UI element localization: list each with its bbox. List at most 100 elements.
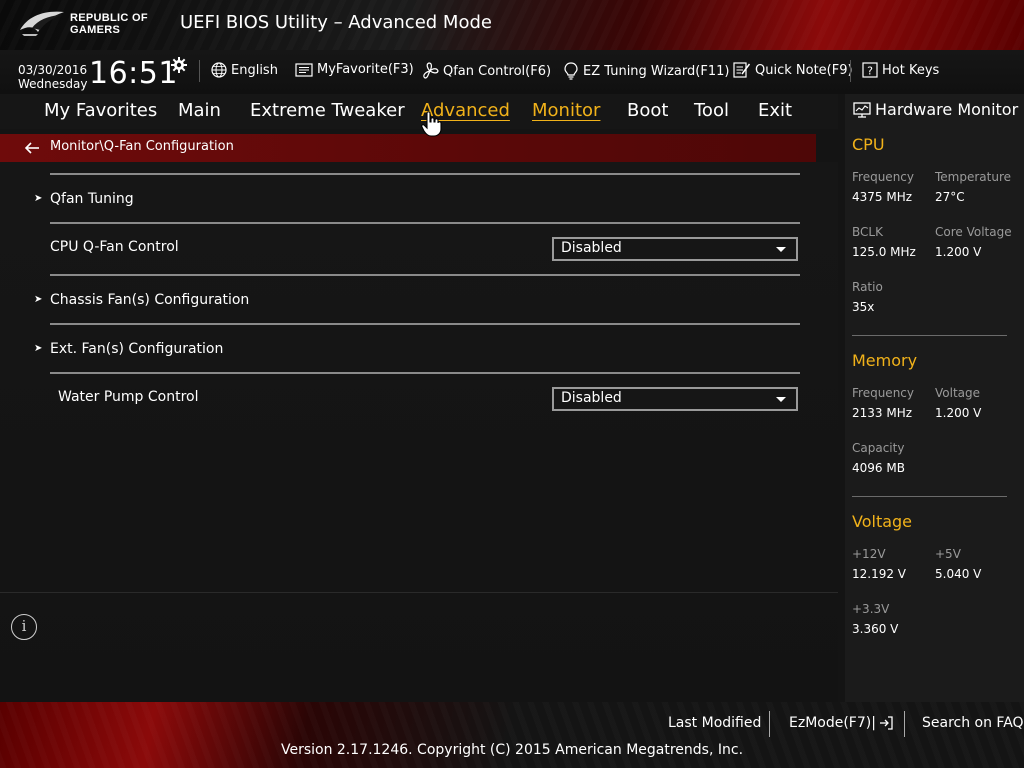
gear-icon[interactable] <box>171 57 187 73</box>
qfan-label: Qfan Control(F6) <box>443 63 552 79</box>
ez-tuning-wizard-button[interactable]: EZ Tuning Wizard(F11) <box>563 62 729 80</box>
v33-label: +3.3V <box>852 602 890 616</box>
clock-time: 16:51 <box>89 56 178 91</box>
tab-my-favorites[interactable]: My Favorites <box>44 100 157 121</box>
divider <box>50 274 800 276</box>
bclk-value: 125.0 MHz <box>852 245 916 259</box>
cpu-qfan-control-select[interactable]: Disabled <box>552 237 798 261</box>
v33-value: 3.360 V <box>852 622 899 636</box>
globe-icon <box>211 62 227 78</box>
qfan-control-button[interactable]: Qfan Control(F6) <box>421 62 551 80</box>
v12-value: 12.192 V <box>852 567 907 581</box>
hot-keys-label: Hot Keys <box>882 62 940 78</box>
main-menu-tabs: My Favorites Main Extreme Tweaker Advanc… <box>0 94 838 129</box>
tab-main[interactable]: Main <box>178 100 221 121</box>
v5-value: 5.040 V <box>935 567 982 581</box>
separator <box>199 60 200 82</box>
search-faq-label: Search on FAQ <box>922 715 1024 731</box>
memory-voltage-label: Voltage <box>935 386 981 400</box>
separator <box>769 711 770 737</box>
cpu-heading: CPU <box>852 135 885 154</box>
divider <box>50 372 800 374</box>
memory-voltage-value: 1.200 V <box>935 406 982 420</box>
cpu-qfan-control-value: Disabled <box>561 240 622 256</box>
help-question-icon: ? <box>862 62 878 78</box>
back-arrow-icon[interactable] <box>24 140 40 156</box>
hardware-monitor-label: Hardware Monitor <box>875 100 1019 119</box>
divider <box>50 173 800 175</box>
logo-line1: REPUBLIC OF <box>70 12 148 24</box>
water-pump-control-value: Disabled <box>561 390 622 406</box>
app-title: UEFI BIOS Utility – Advanced Mode <box>180 12 492 33</box>
chevron-down-icon <box>776 247 786 252</box>
tab-extreme-tweaker[interactable]: Extreme Tweaker <box>250 100 405 121</box>
separator <box>904 711 905 737</box>
tab-tool[interactable]: Tool <box>694 100 729 121</box>
quick-note-button[interactable]: Quick Note(F9) <box>733 62 853 78</box>
chevron-right-icon: ➤ <box>34 343 43 354</box>
ratio-label: Ratio <box>852 280 883 294</box>
hardware-monitor-title: Hardware Monitor <box>853 100 1018 119</box>
cpu-temperature-value: 27°C <box>935 190 965 204</box>
exit-arrow-icon <box>879 716 893 730</box>
hand-cursor-icon <box>421 111 442 137</box>
divider <box>852 335 1007 336</box>
copyright-text: Version 2.17.1246. Copyright (C) 2015 Am… <box>280 742 744 758</box>
last-modified-label: Last Modified <box>668 715 762 731</box>
cpu-temperature-label: Temperature <box>935 170 1012 184</box>
myfavorite-label: MyFavorite(F3) <box>317 62 414 77</box>
info-toolbar: 03/30/2016 Wednesday 16:51 English MyFav… <box>0 50 1024 94</box>
rog-logo: REPUBLIC OF GAMERS <box>18 8 163 40</box>
memory-capacity-label: Capacity <box>852 441 905 455</box>
date-display: 03/30/2016 Wednesday <box>18 63 87 91</box>
fan-icon <box>423 62 439 79</box>
myfavorite-button[interactable]: MyFavorite(F3) <box>295 62 414 77</box>
cpu-qfan-control-label: CPU Q-Fan Control <box>50 239 179 255</box>
ratio-value: 35x <box>852 300 875 314</box>
memory-frequency-label: Frequency <box>852 386 914 400</box>
search-faq-button[interactable]: Search on FAQ <box>922 715 1024 731</box>
tab-exit[interactable]: Exit <box>758 100 792 121</box>
v5-label: +5V <box>935 547 961 561</box>
hot-keys-button[interactable]: ? Hot Keys <box>862 62 939 78</box>
water-pump-control-label: Water Pump Control <box>58 389 199 405</box>
ext-fans-config-item[interactable]: Ext. Fan(s) Configuration <box>50 341 223 357</box>
memory-heading: Memory <box>852 351 918 370</box>
core-voltage-label: Core Voltage <box>935 225 1012 239</box>
ezmode-label: EzMode(F7)| <box>789 715 876 731</box>
chevron-right-icon: ➤ <box>34 193 43 204</box>
monitor-icon <box>853 101 871 118</box>
tab-boot[interactable]: Boot <box>627 100 668 121</box>
chevron-right-icon: ➤ <box>34 294 43 305</box>
breadcrumb: Monitor\Q-Fan Configuration <box>0 134 816 162</box>
date-text: 03/30/2016 <box>18 63 88 77</box>
note-icon <box>733 62 751 78</box>
rog-eye-icon <box>20 11 64 36</box>
water-pump-control-select[interactable]: Disabled <box>552 387 798 411</box>
chassis-fans-config-item[interactable]: Chassis Fan(s) Configuration <box>50 292 249 308</box>
cpu-frequency-label: Frequency <box>852 170 914 184</box>
divider <box>852 496 1007 497</box>
cpu-frequency-value: 4375 MHz <box>852 190 913 204</box>
hardware-monitor-panel: Hardware Monitor CPU Frequency Temperatu… <box>845 94 1024 702</box>
tab-monitor[interactable]: Monitor <box>532 100 600 121</box>
favorite-list-icon <box>295 62 313 77</box>
help-divider <box>0 592 838 593</box>
v12-label: +12V <box>852 547 886 561</box>
breadcrumb-path: Monitor\Q-Fan Configuration <box>50 139 234 154</box>
footer-bar: Last Modified EzMode(F7)| Search on FAQ … <box>0 702 1024 768</box>
memory-capacity-value: 4096 MB <box>852 461 905 475</box>
separator <box>850 60 851 82</box>
chevron-down-icon <box>776 397 786 402</box>
last-modified-button[interactable]: Last Modified <box>668 715 761 731</box>
language-button[interactable]: English <box>211 62 278 78</box>
weekday-text: Wednesday <box>18 77 88 91</box>
bclk-label: BCLK <box>852 225 883 239</box>
info-icon: i <box>11 614 37 640</box>
quick-note-label: Quick Note(F9) <box>755 62 853 78</box>
ez-tuning-label: EZ Tuning Wizard(F11) <box>583 63 730 79</box>
ezmode-button[interactable]: EzMode(F7)| <box>789 715 893 731</box>
language-label: English <box>231 62 278 78</box>
core-voltage-value: 1.200 V <box>935 245 982 259</box>
qfan-tuning-item[interactable]: Qfan Tuning <box>50 191 134 207</box>
